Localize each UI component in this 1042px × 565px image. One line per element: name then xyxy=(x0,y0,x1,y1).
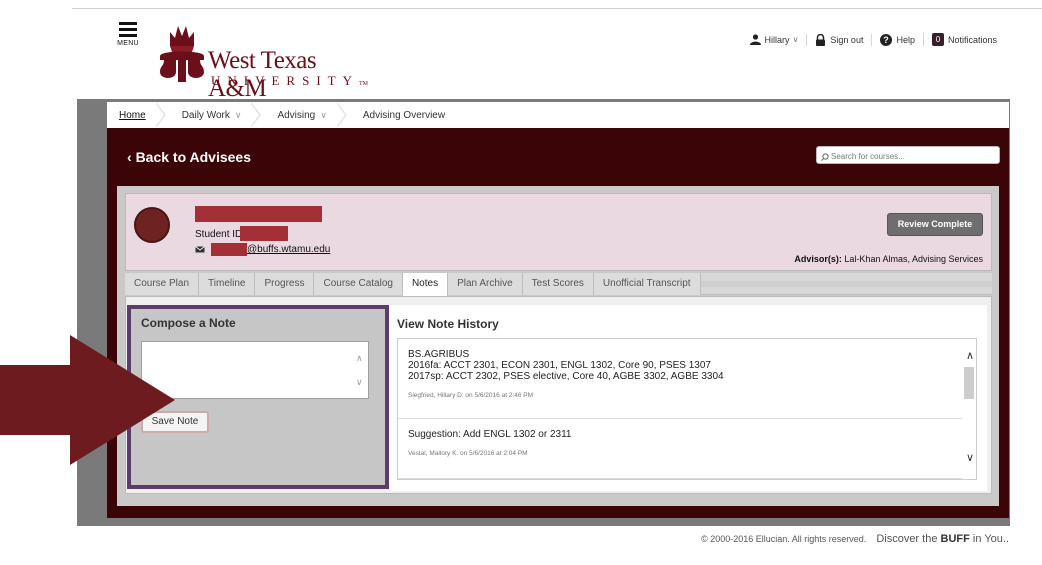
notifications-link[interactable]: 0 Notifications xyxy=(922,33,1005,46)
tab-unofficial-transcript[interactable]: Unofficial Transcript xyxy=(593,273,701,295)
note-history-panel: View Note History BS.AGRIBUS 2016fa: ACC… xyxy=(389,305,987,491)
back-to-advisees-link[interactable]: ‹ Back to Advisees xyxy=(127,149,251,165)
lock-icon xyxy=(816,33,826,46)
redacted-student-name xyxy=(195,206,322,222)
back-link-label: Back to Advisees xyxy=(135,149,251,165)
footer: © 2000-2016 Ellucian. All rights reserve… xyxy=(701,533,1009,545)
chevron-down-icon[interactable]: ∨ xyxy=(966,451,974,464)
chevron-down-icon: ∨ xyxy=(792,35,799,44)
breadcrumb: Home Daily Work ∨ Advising ∨ Advising Over… xyxy=(107,102,1009,128)
buffalo-horns-logo-icon xyxy=(160,26,204,82)
svg-text:?: ? xyxy=(884,35,890,45)
compose-note-title: Compose a Note xyxy=(141,316,236,330)
tab-course-catalog[interactable]: Course Catalog xyxy=(314,273,403,295)
student-avatar xyxy=(134,207,170,243)
tabs-filler xyxy=(700,281,992,294)
note-meta: Vestal, Mallory K. on 5/6/2016 at 2:04 P… xyxy=(408,450,528,457)
note-line: Suggestion: Add ENGL 1302 or 2311 xyxy=(408,429,572,440)
chevron-down-icon[interactable]: ∨ xyxy=(356,377,363,388)
note-line: 2016fa: ACCT 2301, ECON 2301, ENGL 1302,… xyxy=(408,360,711,371)
notification-count-badge: 0 xyxy=(931,33,944,46)
breadcrumb-separator xyxy=(335,102,351,128)
email-domain: @buffs.wtamu.edu xyxy=(247,244,331,255)
advisor-info: Advisor(s): Lal-Khan Almas, Advising Ser… xyxy=(794,254,983,264)
logo-subtitle: UNIVERSITYTM xyxy=(211,73,368,88)
user-icon xyxy=(749,34,761,45)
breadcrumb-home[interactable]: Home xyxy=(107,102,146,128)
notifications-label: Notifications xyxy=(947,34,997,45)
utility-nav: Hillary ∨ Sign out ? Help 0 Notification… xyxy=(742,33,1005,46)
breadcrumb-current: Advising Overview xyxy=(362,109,446,121)
sign-out-label: Sign out xyxy=(830,34,864,45)
tab-course-plan[interactable]: Course Plan xyxy=(125,273,200,295)
breadcrumb-daily-work[interactable]: Daily Work ∨ xyxy=(170,102,242,128)
user-name: Hillary xyxy=(764,34,790,45)
note-history-title: View Note History xyxy=(397,317,499,331)
mail-icon xyxy=(195,246,205,253)
chevron-up-icon[interactable]: ∧ xyxy=(966,349,974,362)
menu-button[interactable]: MENU xyxy=(113,22,143,47)
hamburger-icon xyxy=(113,22,143,37)
top-divider xyxy=(72,8,1042,9)
copyright-text: © 2000-2016 Ellucian. All rights reserve… xyxy=(701,534,867,544)
pointer-arrow-icon xyxy=(0,335,175,465)
breadcrumb-advising-label: Advising xyxy=(277,109,316,121)
review-complete-button[interactable]: Review Complete xyxy=(887,213,983,236)
chevron-up-icon[interactable]: ∧ xyxy=(356,353,363,364)
logo-trademark: TM xyxy=(359,81,368,87)
scrollbar-thumb[interactable] xyxy=(964,367,974,399)
note-line: BS.AGRIBUS xyxy=(408,349,470,360)
student-tabs: Course Plan Timeline Progress Course Cat… xyxy=(125,273,992,296)
advisor-value: Lal-Khan Almas, Advising Services xyxy=(844,254,983,264)
redacted-student-id xyxy=(240,226,288,241)
help-icon: ? xyxy=(880,33,893,46)
menu-label: MENU xyxy=(117,40,139,47)
help-link[interactable]: ? Help xyxy=(871,33,923,46)
note-meta: Siegfried, Hillary D. on 5/6/2016 at 2:4… xyxy=(408,392,534,399)
course-search-input[interactable]: Search for courses... xyxy=(816,146,1000,164)
tab-plan-archive[interactable]: Plan Archive xyxy=(448,273,523,295)
list-item: BS.AGRIBUS 2016fa: ACCT 2301, ECON 2301,… xyxy=(398,339,976,419)
chevron-left-icon: ‹ xyxy=(127,149,136,165)
student-info-panel: Student ID: @buffs.wtamu.edu Review Comp… xyxy=(125,193,992,271)
sign-out-link[interactable]: Sign out xyxy=(806,33,871,46)
student-email[interactable]: @buffs.wtamu.edu xyxy=(195,243,330,256)
advisor-label: Advisor(s): xyxy=(794,254,842,264)
breadcrumb-separator xyxy=(250,102,265,128)
redacted-email-user xyxy=(211,243,247,256)
note-textarea[interactable] xyxy=(141,341,369,399)
student-id-label: Student ID: xyxy=(195,229,246,240)
breadcrumb-advising[interactable]: Advising ∨ xyxy=(265,102,326,128)
chevron-down-icon: ∨ xyxy=(320,109,327,120)
list-item: Suggestion: Add ENGL 1302 or 2311 Vestal… xyxy=(398,419,976,479)
university-logo: West Texas A&M UNIVERSITYTM xyxy=(156,22,376,102)
tab-test-scores[interactable]: Test Scores xyxy=(522,273,594,295)
help-label: Help xyxy=(896,34,915,45)
search-icon xyxy=(821,152,829,161)
user-menu[interactable]: Hillary ∨ xyxy=(742,34,807,45)
search-placeholder: Search for courses... xyxy=(831,152,905,161)
note-line: 2017sp: ACCT 2302, PSES elective, Core 4… xyxy=(408,371,724,382)
breadcrumb-daily-work-label: Daily Work xyxy=(181,109,230,121)
note-history-list[interactable]: BS.AGRIBUS 2016fa: ACCT 2301, ECON 2301,… xyxy=(397,338,977,480)
history-scrollbar[interactable]: ∧ ∨ xyxy=(962,339,976,479)
breadcrumb-separator xyxy=(154,102,170,128)
tab-timeline[interactable]: Timeline xyxy=(199,273,256,295)
tab-progress[interactable]: Progress xyxy=(255,273,315,295)
footer-tagline: Discover the BUFF in You.. xyxy=(876,533,1009,545)
chevron-down-icon: ∨ xyxy=(234,109,242,120)
tab-notes[interactable]: Notes xyxy=(402,273,449,296)
